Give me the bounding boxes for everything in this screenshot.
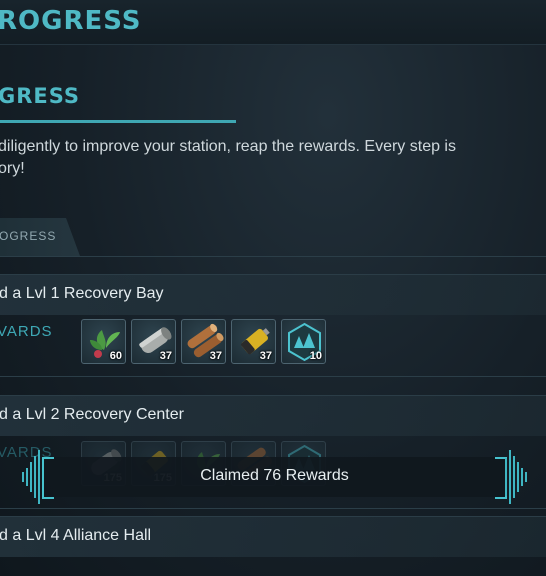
mission-title: d a Lvl 1 Recovery Bay: [0, 285, 164, 302]
reward-item[interactable]: 60: [81, 319, 126, 364]
reward-qty: 37: [159, 350, 172, 362]
reward-toast: Claimed 76 Rewards: [42, 457, 507, 499]
reward-item[interactable]: 10: [281, 319, 326, 364]
row-divider: [0, 376, 546, 377]
reward-qty: 10: [309, 350, 322, 362]
tab-progress-label: OGRESS: [0, 229, 57, 243]
description-line-1: diligently to improve your station, reap…: [0, 138, 456, 155]
reward-qty: 37: [259, 350, 272, 362]
tab-divider: [0, 256, 546, 257]
description-line-2: ory!: [0, 160, 25, 177]
section-heading: GRESS: [0, 84, 81, 108]
rewards-label: VARDS: [0, 323, 53, 340]
top-bar: ROGRESS: [0, 0, 546, 45]
mission-title: d a Lvl 4 Alliance Hall: [0, 527, 152, 544]
reward-item[interactable]: 37: [181, 319, 226, 364]
right-waveform-decoration: [505, 450, 527, 504]
tab-progress[interactable]: OGRESS: [0, 218, 80, 256]
reward-items-row-1: 60 37 37 37 10: [81, 319, 326, 364]
page-title: ROGRESS: [0, 6, 142, 36]
heading-underline: [0, 120, 236, 123]
mission-row-2[interactable]: d a Lvl 2 Recovery Center: [0, 395, 546, 436]
row-divider: [0, 508, 546, 509]
mission-row-1[interactable]: d a Lvl 1 Recovery Bay: [0, 274, 546, 315]
toast-message: Claimed 76 Rewards: [200, 467, 349, 484]
mission-title: d a Lvl 2 Recovery Center: [0, 406, 184, 423]
reward-qty: 37: [209, 350, 222, 362]
reward-qty: 60: [109, 350, 122, 362]
reward-item[interactable]: 37: [231, 319, 276, 364]
mission-row-3[interactable]: d a Lvl 4 Alliance Hall: [0, 516, 546, 557]
reward-item[interactable]: 37: [131, 319, 176, 364]
section-description: diligently to improve your station, reap…: [0, 136, 546, 180]
